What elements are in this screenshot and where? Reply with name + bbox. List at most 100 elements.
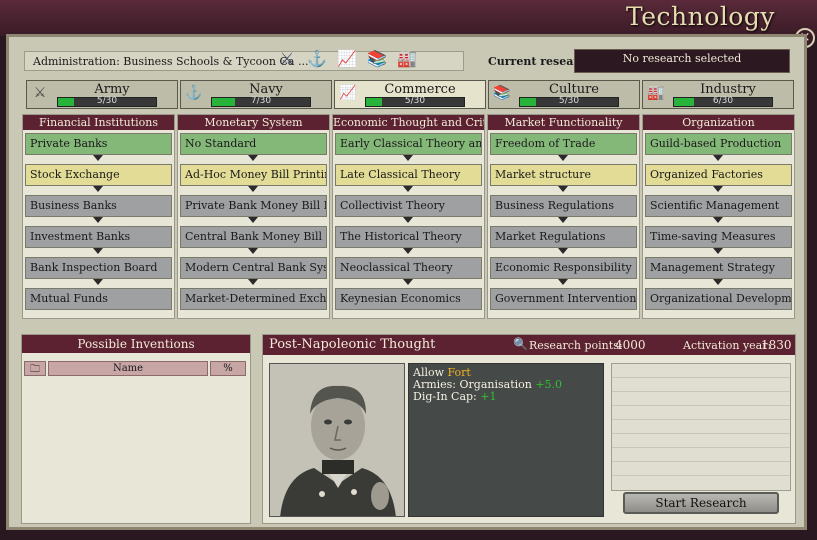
tech-item[interactable]: Central Bank Money Bill P ... [180,226,327,248]
down-arrow-icon [713,248,723,254]
tech-item[interactable]: Organizational Development [645,288,792,310]
tech-item[interactable]: Collectivist Theory [335,195,482,217]
tech-item[interactable]: Management Strategy [645,257,792,279]
window-title: Technology [626,2,775,31]
down-arrow-icon [403,217,413,223]
tab-label: Culture [549,82,599,97]
progress-bar: 7/30 [211,96,311,107]
down-arrow-icon [93,248,103,254]
tech-item[interactable]: The Historical Theory [335,226,482,248]
tech-item[interactable]: Market structure [490,164,637,186]
tab-culture[interactable]: 📚 Culture 5/30 [488,80,640,109]
effect-line: Dig-In Cap: +1 [413,390,497,403]
down-arrow-icon [713,186,723,192]
down-arrow-icon [558,155,568,161]
down-arrow-icon [93,279,103,285]
tab-navy[interactable]: ⚓ Navy 7/30 [180,80,332,109]
culture-add-icon[interactable]: 📚 [365,49,389,71]
tech-detail-panel: Post-Napoleonic Thought 🔍 Research point… [262,334,796,524]
tech-item[interactable]: Bank Inspection Board [25,257,172,279]
down-arrow-icon [713,279,723,285]
progress-bar: 5/30 [365,96,465,107]
factory-add-icon[interactable]: 🏭 [395,49,419,71]
tech-item[interactable]: Scientific Management [645,195,792,217]
tech-column-economic-thought: Economic Thought and Critique Early Class… [332,114,485,319]
anchor-icon[interactable]: ⚓ [305,49,329,71]
tech-title: Post-Napoleonic Thought [269,337,436,352]
tech-column-market-functionality: Market Functionality Freedom of Trade Mark… [487,114,640,319]
down-arrow-icon [403,155,413,161]
tech-item[interactable]: Private Banks [25,133,172,155]
tech-item[interactable]: Business Banks [25,195,172,217]
down-arrow-icon [248,279,258,285]
tech-item[interactable]: No Standard [180,133,327,155]
down-arrow-icon [403,248,413,254]
tech-item[interactable]: Early Classical Theory and ... [335,133,482,155]
tab-label: Commerce [384,82,456,97]
tech-item[interactable]: Investment Banks [25,226,172,248]
down-arrow-icon [93,217,103,223]
tab-label: Navy [249,82,283,97]
tech-notes-box [611,363,791,491]
tech-item[interactable]: Neoclassical Theory [335,257,482,279]
tech-item[interactable]: Time-saving Measures [645,226,792,248]
down-arrow-icon [713,217,723,223]
down-arrow-icon [93,155,103,161]
portrait-image [269,363,405,517]
tab-industry[interactable]: 🏭 Industry 6/30 [642,80,794,109]
down-arrow-icon [558,248,568,254]
tech-item[interactable]: Guild-based Production [645,133,792,155]
tech-item[interactable]: Market Regulations [490,226,637,248]
tech-column-organization: Organization Guild-based Production Organi… [642,114,795,319]
tech-effects: Allow Fort Armies: Organisation +5.0 Dig… [408,363,604,517]
down-arrow-icon [403,279,413,285]
down-arrow-icon [248,217,258,223]
crossed-swords-icon[interactable]: ⚔ [275,49,299,71]
chart-add-icon[interactable]: 📈 [335,49,359,71]
activation-year-label: Activation year: [683,339,772,352]
tech-item[interactable]: Freedom of Trade [490,133,637,155]
possible-inventions-panel: Possible Inventions 🗀 Name % [21,334,251,524]
tech-item[interactable]: Government Interventionism [490,288,637,310]
down-arrow-icon [558,217,568,223]
sort-by-name-button[interactable]: Name [48,361,208,376]
tech-item[interactable]: Market-Determined Excha ... [180,288,327,310]
down-arrow-icon [403,186,413,192]
tab-commerce[interactable]: 📈 Commerce 5/30 [334,80,486,109]
current-research-value: No research selected [574,49,790,73]
progress-bar: 5/30 [519,96,619,107]
down-arrow-icon [248,155,258,161]
research-points-label: Research points: [529,339,623,352]
tab-army[interactable]: ⚔ Army 5/30 [26,80,178,109]
administration-bar: Administration: Business Schools & Tycoo… [24,49,464,71]
column-header: Financial Institutions [23,115,174,130]
tech-item[interactable]: Business Regulations [490,195,637,217]
tech-item[interactable]: Private Bank Money Bill P ... [180,195,327,217]
research-points-value: 4000 [615,338,646,352]
folder-icon[interactable]: 🗀 [24,361,46,376]
tech-item[interactable]: Late Classical Theory [335,164,482,186]
tech-item[interactable]: Economic Responsibility [490,257,637,279]
tech-column-financial-institutions: Financial Institutions Private Banks Stock… [22,114,175,319]
tech-item[interactable]: Organized Factories [645,164,792,186]
tech-item[interactable]: Mutual Funds [25,288,172,310]
column-header: Market Functionality [488,115,639,130]
books-icon: 📚 [493,85,511,101]
magnifier-icon: 🔍 [513,337,528,351]
tab-label: Army [94,82,130,97]
crossed-swords-icon: ⚔ [33,85,47,101]
down-arrow-icon [558,186,568,192]
tab-label: Industry [700,82,756,97]
down-arrow-icon [558,279,568,285]
progress-bar: 5/30 [57,96,157,107]
column-header: Monetary System [178,115,329,130]
start-research-button[interactable]: Start Research [623,492,779,514]
tech-item[interactable]: Stock Exchange [25,164,172,186]
column-header: Economic Thought and Critique [333,115,484,130]
inventions-header: Possible Inventions [22,335,250,353]
tech-item[interactable]: Ad-Hoc Money Bill Printing [180,164,327,186]
sort-by-percent-button[interactable]: % [210,361,246,376]
anchor-icon: ⚓ [185,85,203,101]
tech-item[interactable]: Modern Central Bank System [180,257,327,279]
tech-item[interactable]: Keynesian Economics [335,288,482,310]
